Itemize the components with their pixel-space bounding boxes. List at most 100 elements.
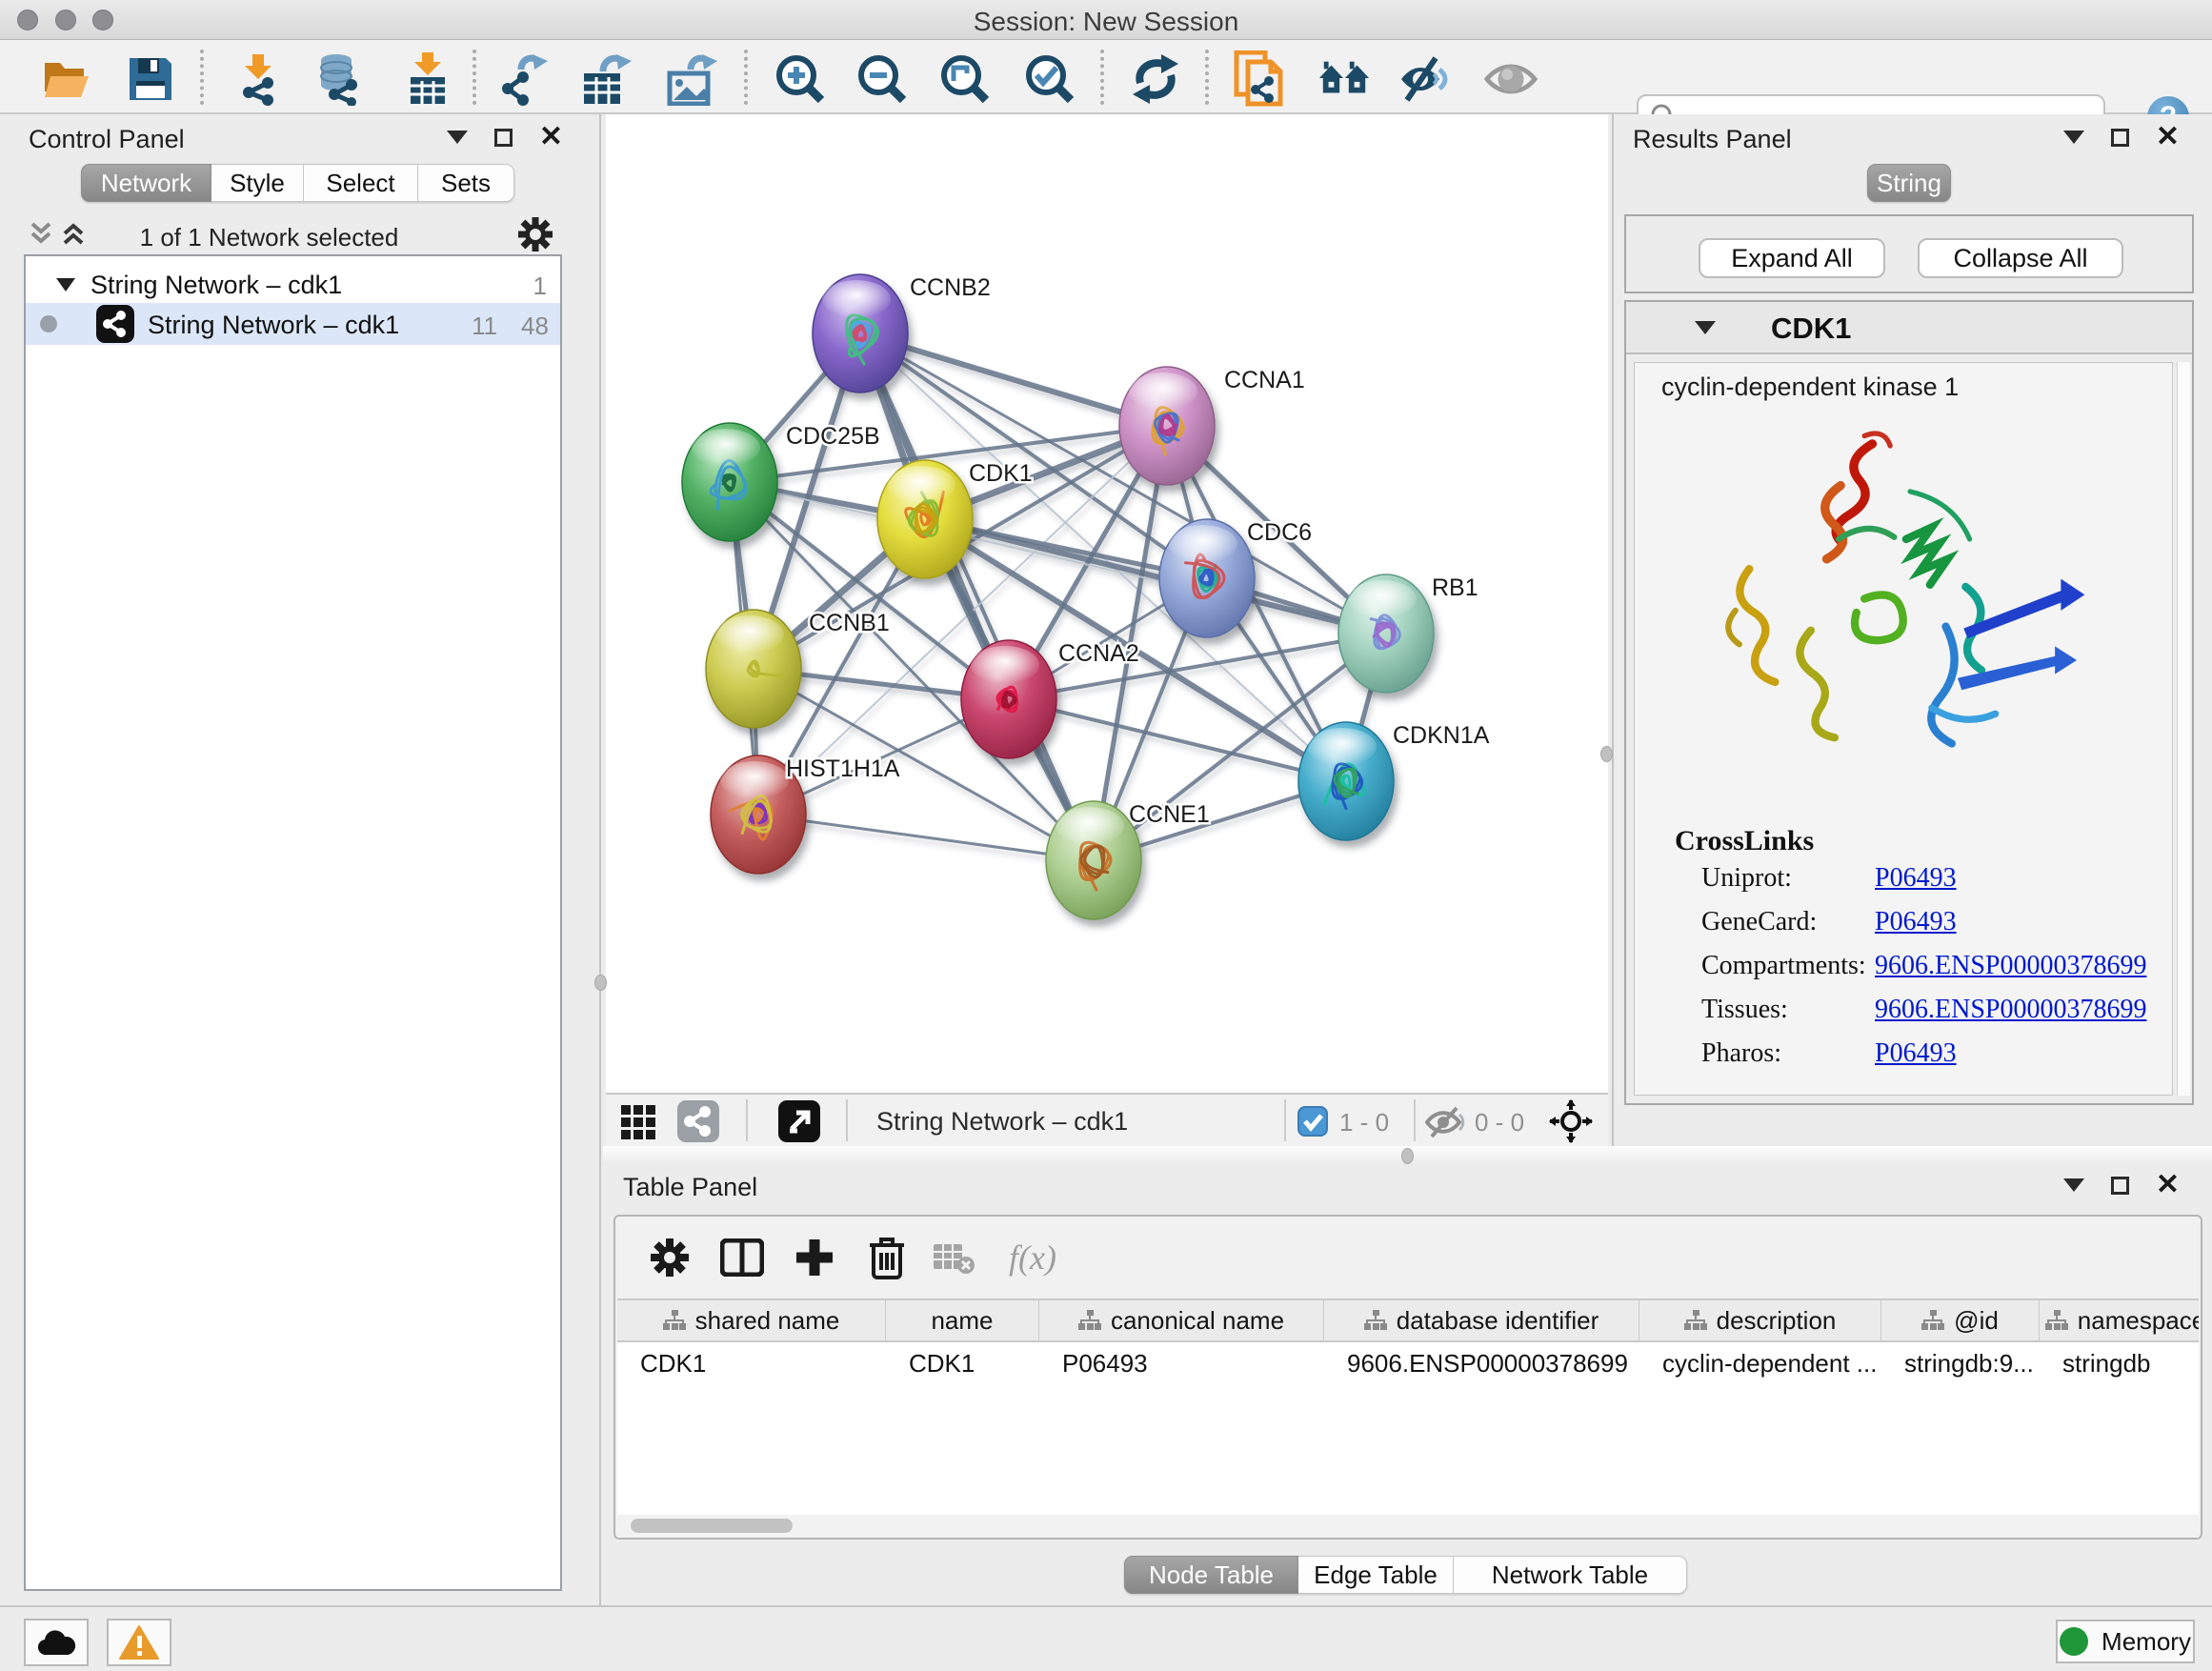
panel-close-icon[interactable]: ✕: [2156, 1176, 2180, 1195]
copy-share-document-icon[interactable]: [1233, 52, 1286, 106]
results-scrollbar[interactable]: [2177, 362, 2190, 1096]
table-header-row: shared namenamecanonical namedatabase id…: [617, 1300, 2199, 1342]
zoom-in-icon[interactable]: [774, 52, 827, 106]
panel-float-icon[interactable]: [2111, 129, 2129, 147]
string-network-graph[interactable]: CCNB2CCNA1CDC25BCDK1CDC6RB1CCNB1CCNA2CDK…: [606, 114, 1608, 1093]
fit-content-crosshair-icon[interactable]: [1549, 1099, 1593, 1143]
panel-menu-icon[interactable]: [2063, 1178, 2084, 1192]
cloud-icon: [35, 1628, 77, 1657]
crosslink-link[interactable]: P06493: [1875, 1038, 1957, 1069]
splitter-grip-icon[interactable]: [1401, 1148, 1414, 1164]
splitter-grip-icon[interactable]: [594, 975, 607, 991]
table-cell[interactable]: CDK1: [886, 1342, 1039, 1384]
save-session-icon[interactable]: [124, 52, 177, 106]
tab-sets[interactable]: Sets: [418, 164, 514, 202]
panel-close-icon[interactable]: ✕: [2156, 128, 2180, 147]
network-options-gear-icon[interactable]: [516, 215, 554, 253]
scrollbar-thumb[interactable]: [631, 1519, 793, 1533]
network-canvas[interactable]: CCNB2CCNA1CDC25BCDK1CDC6RB1CCNB1CCNA2CDK…: [606, 114, 1608, 1146]
add-column-icon[interactable]: [787, 1230, 842, 1285]
network-node-ccnb2[interactable]: CCNB2: [813, 274, 991, 393]
tab-network-table[interactable]: Network Table: [1454, 1556, 1687, 1594]
panel-float-icon[interactable]: [2111, 1177, 2129, 1195]
import-database-icon[interactable]: [312, 52, 365, 106]
tab-select[interactable]: Select: [304, 164, 418, 202]
network-share-icon[interactable]: [677, 1100, 719, 1142]
home-networks-icon[interactable]: [1317, 52, 1371, 106]
network-row-selected[interactable]: String Network – cdk1 11 48: [26, 303, 560, 345]
tab-style[interactable]: Style: [211, 164, 304, 202]
tab-string[interactable]: String: [1867, 164, 1951, 202]
horizontal-splitter[interactable]: [603, 1146, 2212, 1165]
table-hscrollbar[interactable]: [617, 1515, 2199, 1538]
table-row[interactable]: CDK1CDK1P064939606.ENSP00000378699cyclin…: [617, 1342, 2199, 1384]
network-node-rb1[interactable]: RB1: [1338, 574, 1478, 693]
section-collapse-icon[interactable]: [1695, 321, 1716, 334]
tab-edge-table[interactable]: Edge Table: [1298, 1556, 1454, 1594]
column-header-name[interactable]: name: [886, 1300, 1039, 1340]
crosslink-link[interactable]: 9606.ENSP00000378699: [1875, 995, 2146, 1025]
zoom-fit-icon[interactable]: [938, 52, 992, 106]
eye-orb-icon[interactable]: [1484, 52, 1538, 106]
import-network-icon[interactable]: [231, 52, 285, 106]
table-cell[interactable]: 9606.ENSP00000378699: [1324, 1342, 1639, 1384]
collapse-all-button[interactable]: Collapse All: [1918, 238, 2123, 278]
column-header-description[interactable]: description: [1639, 1300, 1881, 1340]
network-node-cdkn1a[interactable]: CDKN1A: [1298, 722, 1490, 840]
crosslink-link[interactable]: P06493: [1875, 863, 1957, 894]
tab-network[interactable]: Network: [81, 164, 211, 202]
collection-expand-icon[interactable]: [56, 278, 75, 292]
crosslink-label: Uniprot:: [1701, 863, 1792, 893]
crosslink-row: Uniprot: P06493: [1701, 863, 2149, 894]
column-header--id[interactable]: @id: [1881, 1300, 2040, 1340]
export-image-icon[interactable]: [666, 52, 719, 106]
import-table-icon[interactable]: [401, 52, 454, 106]
warning-status-button[interactable]: [107, 1619, 171, 1666]
show-columns-icon[interactable]: [714, 1230, 770, 1285]
grid-view-icon[interactable]: [621, 1103, 657, 1139]
column-header-label: description: [1717, 1306, 1837, 1336]
column-header-canonical-name[interactable]: canonical name: [1039, 1300, 1324, 1340]
hidden-eye-icon[interactable]: [1425, 1106, 1465, 1138]
network-node-hist1h1a[interactable]: HIST1H1A: [711, 755, 900, 874]
table-cell[interactable]: stringdb: [2040, 1342, 2199, 1384]
table-cell[interactable]: cyclin-dependent ...: [1639, 1342, 1881, 1384]
export-network-icon[interactable]: [498, 52, 552, 106]
column-hierarchy-icon: [1921, 1310, 1944, 1331]
table-cell[interactable]: CDK1: [617, 1342, 886, 1384]
hide-eye-wave-icon[interactable]: [1399, 52, 1453, 106]
panel-menu-icon[interactable]: [2063, 131, 2084, 144]
expand-all-button[interactable]: Expand All: [1699, 238, 1885, 278]
memory-button[interactable]: Memory: [2056, 1620, 2195, 1663]
export-table-icon[interactable]: [580, 52, 633, 106]
zoom-out-icon[interactable]: [855, 52, 909, 106]
delete-column-trash-icon[interactable]: [859, 1230, 915, 1285]
network-node-ccne1[interactable]: CCNE1: [1046, 801, 1210, 919]
network-edge[interactable]: [1009, 699, 1346, 781]
table-cell[interactable]: P06493: [1039, 1342, 1324, 1384]
refresh-icon[interactable]: [1129, 52, 1182, 106]
control-panel: Control Panel ✕ NetworkStyleSelectSets 1…: [0, 114, 601, 1605]
panel-menu-icon[interactable]: [447, 131, 468, 144]
open-in-window-icon[interactable]: [778, 1100, 820, 1142]
panel-float-icon[interactable]: [494, 129, 513, 147]
cdk1-section-header[interactable]: CDK1: [1626, 302, 2192, 354]
table-cell[interactable]: stringdb:9...: [1881, 1342, 2040, 1384]
panel-close-icon[interactable]: ✕: [539, 128, 563, 147]
network-edge[interactable]: [758, 815, 1094, 860]
crosslink-link[interactable]: P06493: [1875, 907, 1957, 937]
selected-checkbox-icon[interactable]: [1297, 1106, 1328, 1137]
table-options-gear-icon[interactable]: [642, 1230, 697, 1285]
splitter-grip-icon[interactable]: [1600, 746, 1613, 762]
network-edge[interactable]: [925, 519, 1386, 634]
tab-node-table[interactable]: Node Table: [1124, 1556, 1298, 1594]
column-header-namespace[interactable]: namespace: [2040, 1300, 2199, 1340]
crosslink-link[interactable]: 9606.ENSP00000378699: [1875, 951, 2146, 981]
cloud-status-button[interactable]: [24, 1619, 89, 1666]
node-table[interactable]: shared namenamecanonical namedatabase id…: [617, 1299, 2199, 1515]
network-collection-row[interactable]: String Network – cdk1 1: [26, 265, 560, 303]
column-header-database-identifier[interactable]: database identifier: [1324, 1300, 1639, 1340]
column-header-shared-name[interactable]: shared name: [617, 1300, 886, 1340]
zoom-selected-icon[interactable]: [1023, 52, 1076, 106]
open-session-icon[interactable]: [40, 52, 93, 106]
